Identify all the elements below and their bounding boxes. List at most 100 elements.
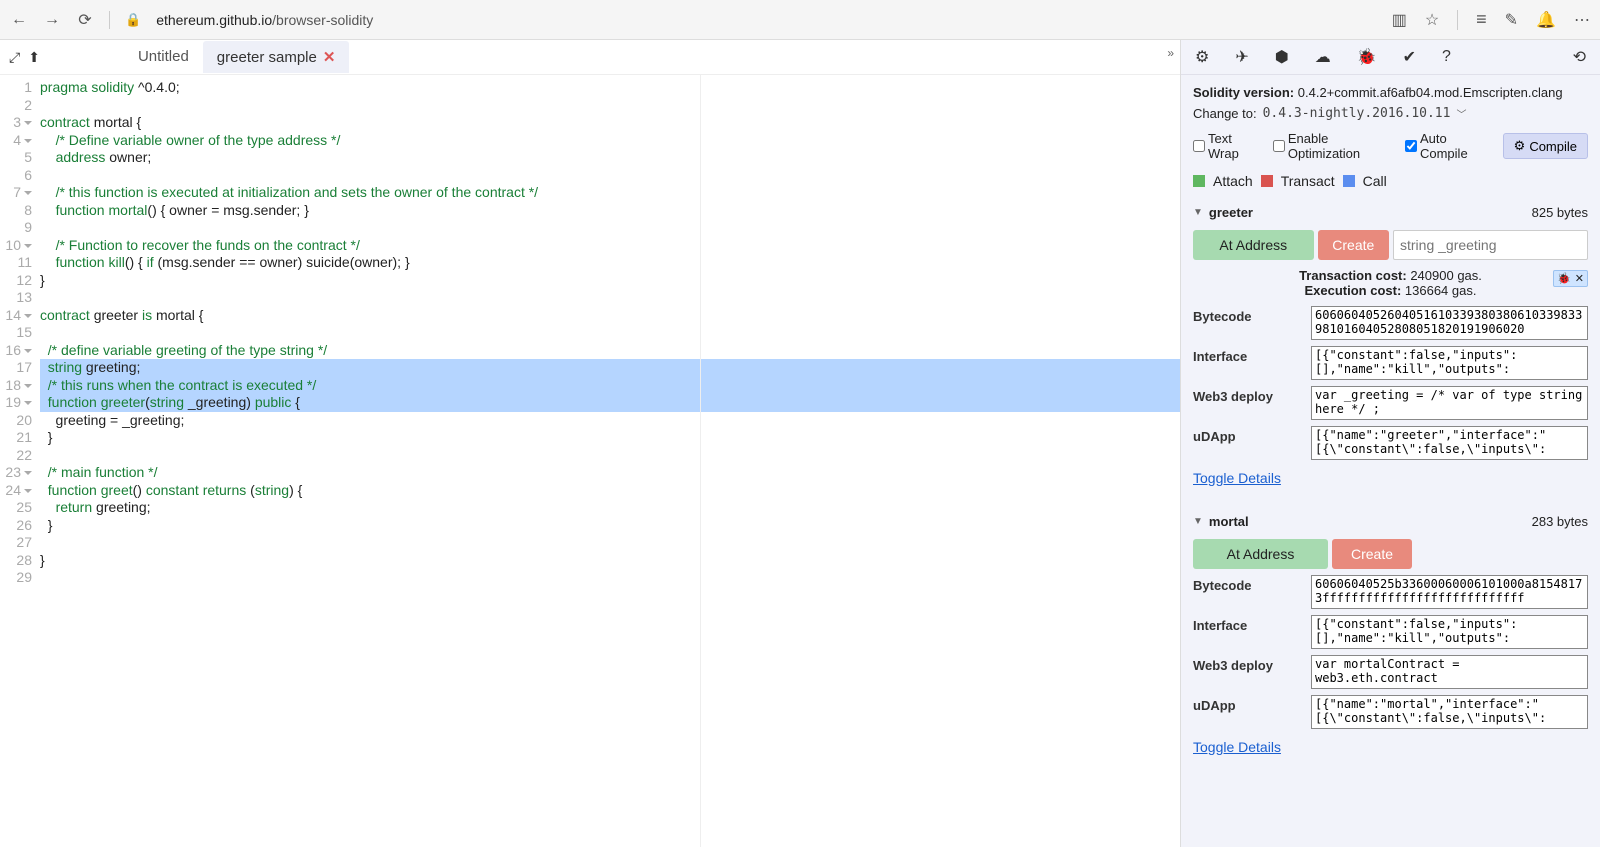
code-line[interactable] — [40, 324, 1180, 342]
close-icon[interactable]: ✕ — [1575, 272, 1584, 285]
chevron-down-icon: ▼ — [1193, 207, 1203, 218]
contract-header[interactable]: ▼greeter825 bytes — [1193, 201, 1588, 224]
code-line[interactable]: } — [40, 552, 1180, 570]
optimization-checkbox[interactable]: Enable Optimization — [1273, 131, 1391, 161]
cloud-icon[interactable]: ☁ — [1315, 47, 1331, 67]
toggle-details-link[interactable]: Toggle Details — [1193, 739, 1281, 755]
code-line[interactable]: string greeting; — [40, 359, 1180, 377]
upload-icon[interactable]: ⬆ — [24, 45, 44, 70]
code-line[interactable]: address owner; — [40, 149, 1180, 167]
contract-header[interactable]: ▼mortal283 bytes — [1193, 510, 1588, 533]
interface-label: Interface — [1193, 615, 1303, 633]
interface-value[interactable]: [{"constant":false,"inputs":[],"name":"k… — [1311, 615, 1588, 649]
toggle-details-link[interactable]: Toggle Details — [1193, 470, 1281, 486]
menu-icon[interactable]: ≡ — [1476, 9, 1487, 30]
code-line[interactable]: function greeter(string _greeting) publi… — [40, 394, 1180, 412]
code-line[interactable] — [40, 569, 1180, 587]
code-line[interactable]: pragma solidity ^0.4.0; — [40, 79, 1180, 97]
line-number: 1 — [0, 79, 32, 97]
check-icon[interactable]: ✔ — [1403, 47, 1416, 67]
debug-pill[interactable]: 🐞✕ — [1553, 270, 1588, 287]
web3-deploy-value[interactable]: var _greeting = /* var of type string he… — [1311, 386, 1588, 420]
code-line[interactable] — [40, 534, 1180, 552]
collapse-panel-icon[interactable]: » — [1167, 46, 1174, 60]
code-line[interactable]: greeting = _greeting; — [40, 412, 1180, 430]
web3-deploy-value[interactable]: var mortalContract = web3.eth.contract — [1311, 655, 1588, 689]
interface-value[interactable]: [{"constant":false,"inputs":[],"name":"k… — [1311, 346, 1588, 380]
line-number: 22 — [0, 447, 32, 465]
contract-size: 283 bytes — [1532, 514, 1588, 529]
code-line[interactable] — [40, 219, 1180, 237]
line-number: 6 — [0, 167, 32, 185]
notifications-icon[interactable]: 🔔 — [1536, 10, 1556, 30]
textwrap-checkbox[interactable]: Text Wrap — [1193, 131, 1259, 161]
code-editor[interactable]: 1234567891011121314151617181920212223242… — [0, 75, 1180, 847]
bug-icon[interactable]: 🐞 — [1357, 47, 1377, 67]
line-number: 14 — [0, 307, 32, 325]
line-number: 8 — [0, 202, 32, 220]
back-icon[interactable]: ← — [10, 11, 28, 29]
more-icon[interactable]: ⋯ — [1574, 10, 1590, 30]
code-line[interactable]: return greeting; — [40, 499, 1180, 517]
code-line[interactable]: /* main function */ — [40, 464, 1180, 482]
note-icon[interactable]: ✎ — [1505, 10, 1518, 30]
code-line[interactable]: /* this runs when the contract is execut… — [40, 377, 1180, 395]
forward-icon[interactable]: → — [43, 11, 61, 29]
close-icon[interactable]: ✕ — [323, 49, 336, 66]
line-number: 24 — [0, 482, 32, 500]
code-line[interactable]: function mortal() { owner = msg.sender; … — [40, 202, 1180, 220]
url-bar[interactable]: ethereum.github.io/browser-solidity — [156, 12, 1377, 28]
code-line[interactable]: contract mortal { — [40, 114, 1180, 132]
code-line[interactable]: /* Define variable owner of the type add… — [40, 132, 1180, 150]
code-line[interactable] — [40, 97, 1180, 115]
code-line[interactable] — [40, 167, 1180, 185]
line-number: 27 — [0, 534, 32, 552]
create-button[interactable]: Create — [1332, 539, 1412, 569]
code-line[interactable]: contract greeter is mortal { — [40, 307, 1180, 325]
code-line[interactable]: /* Function to recover the funds on the … — [40, 237, 1180, 255]
line-number: 26 — [0, 517, 32, 535]
code-line[interactable]: function kill() { if (msg.sender == owne… — [40, 254, 1180, 272]
line-number: 28 — [0, 552, 32, 570]
code-line[interactable] — [40, 447, 1180, 465]
lock-icon: 🔒 — [125, 12, 141, 28]
bytecode-value[interactable]: 6060604052604051610339380380610339833981… — [1311, 306, 1588, 340]
line-number: 7 — [0, 184, 32, 202]
line-number: 10 — [0, 237, 32, 255]
at-address-button[interactable]: At Address — [1193, 230, 1314, 260]
compile-button[interactable]: ⚙Compile — [1503, 133, 1588, 159]
refresh-icon[interactable]: ⟲ — [1573, 47, 1586, 67]
reload-icon[interactable]: ⟳ — [76, 10, 94, 30]
tab-untitled[interactable]: Untitled — [124, 41, 203, 73]
expand-icon[interactable]: ⤢ — [5, 45, 24, 70]
gear-icon[interactable]: ⚙ — [1195, 47, 1209, 67]
udapp-value[interactable]: [{"name":"greeter","interface":"[{\"cons… — [1311, 426, 1588, 460]
contract-greeter: ▼greeter825 bytesAt AddressCreateTransac… — [1193, 201, 1588, 496]
contract-size: 825 bytes — [1532, 205, 1588, 220]
bytecode-label: Bytecode — [1193, 575, 1303, 593]
bytecode-label: Bytecode — [1193, 306, 1303, 324]
send-icon[interactable]: ✈ — [1235, 47, 1248, 67]
udapp-value[interactable]: [{"name":"mortal","interface":"[{\"const… — [1311, 695, 1588, 729]
autocompile-checkbox[interactable]: Auto Compile — [1405, 131, 1489, 161]
legend: Attach Transact Call — [1193, 173, 1588, 189]
code-line[interactable]: } — [40, 517, 1180, 535]
code-line[interactable]: function greet() constant returns (strin… — [40, 482, 1180, 500]
help-icon[interactable]: ? — [1442, 48, 1451, 66]
code-line[interactable]: /* this function is executed at initiali… — [40, 184, 1180, 202]
cube-icon[interactable]: ⬢ — [1275, 47, 1289, 67]
create-button[interactable]: Create — [1318, 230, 1389, 260]
code-line[interactable]: /* define variable greeting of the type … — [40, 342, 1180, 360]
tab-greeter-sample[interactable]: greeter sample✕ — [203, 41, 350, 73]
reader-icon[interactable]: ▥ — [1392, 10, 1407, 30]
code-line[interactable]: } — [40, 272, 1180, 290]
code-line[interactable]: } — [40, 429, 1180, 447]
constructor-args-input[interactable] — [1393, 230, 1588, 260]
bytecode-value[interactable]: 60606040525b33600060006101000a81548173ff… — [1311, 575, 1588, 609]
version-selector[interactable]: Change to: 0.4.3-nightly.2016.10.11 ﹀ — [1193, 106, 1588, 121]
execution-cost: Execution cost: 136664 gas. — [1193, 283, 1588, 298]
code-line[interactable] — [40, 289, 1180, 307]
at-address-button[interactable]: At Address — [1193, 539, 1328, 569]
favorite-icon[interactable]: ☆ — [1425, 10, 1439, 30]
line-number: 2 — [0, 97, 32, 115]
